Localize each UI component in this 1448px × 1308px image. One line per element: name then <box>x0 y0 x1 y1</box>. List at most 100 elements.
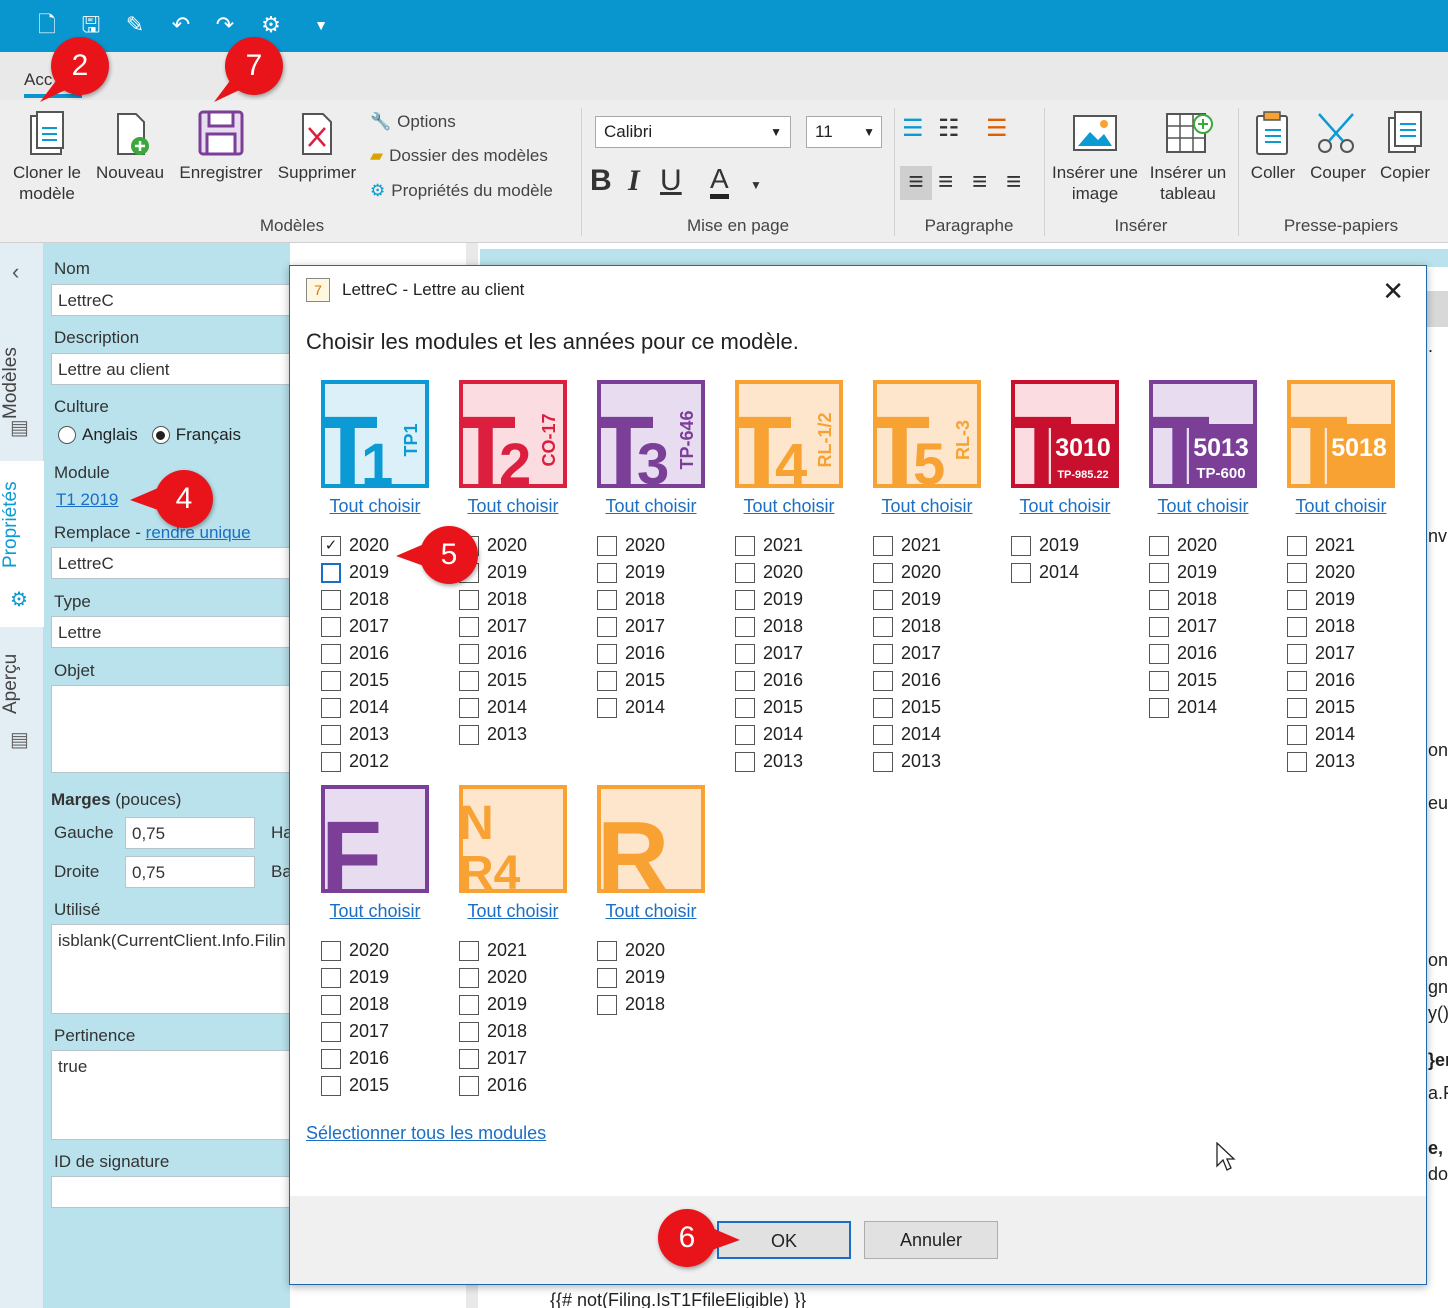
year-checkbox-row[interactable]: 2016 <box>459 640 527 667</box>
year-checkbox-row[interactable]: 2018 <box>321 991 389 1018</box>
new-template-button[interactable]: Nouveau <box>92 108 168 183</box>
year-checkbox-row[interactable]: 2018 <box>321 586 389 613</box>
select-all-years-link[interactable]: Tout choisir <box>444 901 582 922</box>
replaces-field[interactable]: LettreC <box>51 547 296 579</box>
year-checkbox-row[interactable]: 2020 <box>1149 532 1217 559</box>
year-checkbox[interactable] <box>597 562 617 583</box>
year-checkbox[interactable] <box>321 751 341 772</box>
font-size-combo[interactable]: 11 ▼ <box>806 116 882 148</box>
year-checkbox[interactable] <box>321 697 341 718</box>
year-checkbox[interactable] <box>1149 643 1169 664</box>
select-all-years-link[interactable]: Tout choisir <box>996 496 1134 517</box>
year-checkbox[interactable] <box>321 724 341 745</box>
numbered-list-icon[interactable]: ☷ <box>938 114 960 143</box>
year-checkbox-row[interactable]: 2016 <box>321 1045 389 1072</box>
template-properties-button[interactable]: ⚙ Propriétés du modèle <box>370 181 553 201</box>
select-all-years-link[interactable]: Tout choisir <box>858 496 996 517</box>
signature-id-field[interactable] <box>51 1176 296 1208</box>
year-checkbox-row[interactable]: 2018 <box>1287 613 1355 640</box>
align-right-icon[interactable]: ≡ <box>972 166 987 197</box>
year-checkbox[interactable] <box>1149 535 1169 556</box>
year-checkbox-row[interactable]: 2020 <box>735 559 803 586</box>
year-checkbox[interactable] <box>735 724 755 745</box>
year-checkbox[interactable]: ✓ <box>321 535 341 556</box>
collapse-chevron-icon[interactable]: ‹ <box>12 259 19 285</box>
year-checkbox-row[interactable]: 2014 <box>735 721 803 748</box>
year-checkbox[interactable] <box>459 1048 479 1069</box>
year-checkbox[interactable] <box>1287 670 1307 691</box>
year-checkbox-row[interactable]: 2017 <box>1287 640 1355 667</box>
year-checkbox[interactable] <box>735 697 755 718</box>
year-checkbox-row[interactable]: 2021 <box>1287 532 1355 559</box>
year-checkbox-row[interactable]: 2016 <box>735 667 803 694</box>
year-checkbox-row[interactable]: 2017 <box>459 613 527 640</box>
name-field[interactable]: LettreC <box>51 284 296 316</box>
close-icon[interactable]: ✕ <box>1382 276 1404 307</box>
cancel-button[interactable]: Annuler <box>864 1221 998 1259</box>
year-checkbox-row[interactable]: 2021 <box>873 532 941 559</box>
save-template-button[interactable]: Enregistrer <box>174 108 268 183</box>
type-field[interactable]: Lettre <box>51 616 296 648</box>
year-checkbox-row[interactable]: 2016 <box>873 667 941 694</box>
save-as-icon[interactable]: ✎ <box>120 10 150 40</box>
module-link[interactable]: T1 2019 <box>56 490 118 510</box>
year-checkbox-row[interactable]: 2015 <box>321 1072 389 1099</box>
year-checkbox[interactable] <box>321 1075 341 1096</box>
year-checkbox[interactable] <box>1149 697 1169 718</box>
relevance-field[interactable]: true <box>51 1050 296 1140</box>
year-checkbox-row[interactable]: 2021 <box>735 532 803 559</box>
year-checkbox[interactable] <box>873 643 893 664</box>
year-checkbox-row[interactable]: 2015 <box>1149 667 1217 694</box>
year-checkbox-row[interactable]: 2013 <box>321 721 389 748</box>
year-checkbox[interactable] <box>1287 616 1307 637</box>
year-checkbox-row[interactable]: 2017 <box>735 640 803 667</box>
year-checkbox[interactable] <box>459 1021 479 1042</box>
select-all-years-link[interactable]: Tout choisir <box>306 496 444 517</box>
year-checkbox[interactable] <box>459 697 479 718</box>
year-checkbox[interactable] <box>459 724 479 745</box>
year-checkbox[interactable] <box>459 940 479 961</box>
clone-template-button[interactable]: Cloner le modèle <box>4 108 90 204</box>
year-checkbox-row[interactable]: 2020 <box>597 937 665 964</box>
used-field[interactable]: isblank(CurrentClient.Info.Filin <box>51 924 296 1014</box>
year-checkbox[interactable] <box>597 643 617 664</box>
year-checkbox-row[interactable]: 2014 <box>1287 721 1355 748</box>
new-document-icon[interactable]: 🗋 <box>32 10 62 40</box>
year-checkbox[interactable] <box>597 589 617 610</box>
year-checkbox[interactable] <box>1149 616 1169 637</box>
select-all-years-link[interactable]: Tout choisir <box>582 901 720 922</box>
year-checkbox-row[interactable]: 2020 <box>321 937 389 964</box>
year-checkbox[interactable] <box>597 697 617 718</box>
year-checkbox-row[interactable]: 2019 <box>1149 559 1217 586</box>
year-checkbox[interactable] <box>459 967 479 988</box>
year-checkbox[interactable] <box>873 724 893 745</box>
customize-toolbar-icon[interactable]: ▼ <box>306 10 336 40</box>
document-settings-icon[interactable]: ⚙ <box>256 10 286 40</box>
year-checkbox-row[interactable]: 2018 <box>735 613 803 640</box>
year-checkbox-row[interactable]: 2019 <box>459 991 527 1018</box>
bullet-list-icon[interactable]: ☰ <box>902 114 924 143</box>
radio-english[interactable] <box>58 426 76 444</box>
year-checkbox[interactable] <box>459 1075 479 1096</box>
year-checkbox[interactable] <box>1287 697 1307 718</box>
year-checkbox[interactable] <box>873 589 893 610</box>
year-checkbox-row[interactable]: 2020 <box>597 532 665 559</box>
year-checkbox-row[interactable]: 2014 <box>321 694 389 721</box>
year-checkbox[interactable] <box>321 670 341 691</box>
year-checkbox-row[interactable]: 2017 <box>321 613 389 640</box>
year-checkbox-row[interactable]: 2020 <box>873 559 941 586</box>
select-all-years-link[interactable]: Tout choisir <box>444 496 582 517</box>
year-checkbox[interactable] <box>1011 535 1031 556</box>
year-checkbox-row[interactable]: 2018 <box>597 586 665 613</box>
year-checkbox[interactable] <box>1287 589 1307 610</box>
year-checkbox[interactable] <box>873 535 893 556</box>
year-checkbox[interactable] <box>321 940 341 961</box>
year-checkbox[interactable] <box>735 751 755 772</box>
year-checkbox[interactable] <box>321 994 341 1015</box>
radio-french[interactable] <box>151 426 170 444</box>
insert-table-button[interactable]: Insérer un tableau <box>1144 108 1232 204</box>
italic-button[interactable]: I <box>628 164 640 198</box>
year-checkbox-row[interactable]: 2017 <box>321 1018 389 1045</box>
year-checkbox[interactable] <box>321 616 341 637</box>
year-checkbox-row[interactable]: 2019 <box>735 586 803 613</box>
